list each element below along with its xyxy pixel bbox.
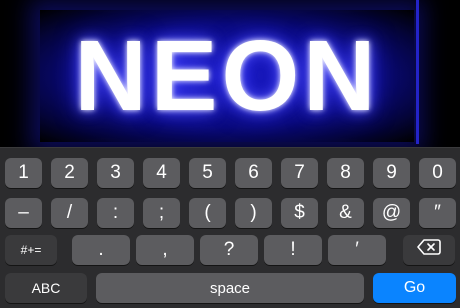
key-5[interactable]: 5 (189, 158, 226, 188)
delete-button[interactable] (403, 235, 455, 265)
key-4[interactable]: 4 (143, 158, 180, 188)
space-bar[interactable]: space (96, 273, 364, 303)
key-period[interactable]: . (72, 235, 130, 265)
key-close-paren[interactable]: ) (235, 198, 272, 228)
key-1[interactable]: 1 (5, 158, 42, 188)
key-8[interactable]: 8 (327, 158, 364, 188)
text-display: NEON (0, 0, 460, 147)
key-3[interactable]: 3 (97, 158, 134, 188)
key-dash[interactable]: – (5, 198, 42, 228)
key-colon[interactable]: : (97, 198, 134, 228)
backspace-icon (417, 239, 441, 261)
key-semicolon[interactable]: ; (143, 198, 180, 228)
key-0[interactable]: 0 (419, 158, 456, 188)
neon-text: NEON (74, 19, 380, 132)
key-more-symbols[interactable]: #+= (5, 235, 57, 265)
key-at[interactable]: @ (373, 198, 410, 228)
key-6[interactable]: 6 (235, 158, 272, 188)
key-slash[interactable]: / (51, 198, 88, 228)
key-comma[interactable]: , (136, 235, 194, 265)
go-button[interactable]: Go (373, 273, 456, 303)
key-apostrophe[interactable]: ′ (328, 235, 386, 265)
key-ampersand[interactable]: & (327, 198, 364, 228)
key-7[interactable]: 7 (281, 158, 318, 188)
key-question[interactable]: ? (200, 235, 258, 265)
text-cursor (416, 0, 419, 144)
key-double-quote[interactable]: ″ (419, 198, 456, 228)
key-2[interactable]: 2 (51, 158, 88, 188)
keyboard: 1 2 3 4 5 6 7 8 9 0 – / : ; ( ) $ & @ ″ … (0, 147, 460, 308)
key-9[interactable]: 9 (373, 158, 410, 188)
key-dollar[interactable]: $ (281, 198, 318, 228)
key-abc[interactable]: ABC (5, 273, 87, 303)
key-exclamation[interactable]: ! (264, 235, 322, 265)
key-open-paren[interactable]: ( (189, 198, 226, 228)
